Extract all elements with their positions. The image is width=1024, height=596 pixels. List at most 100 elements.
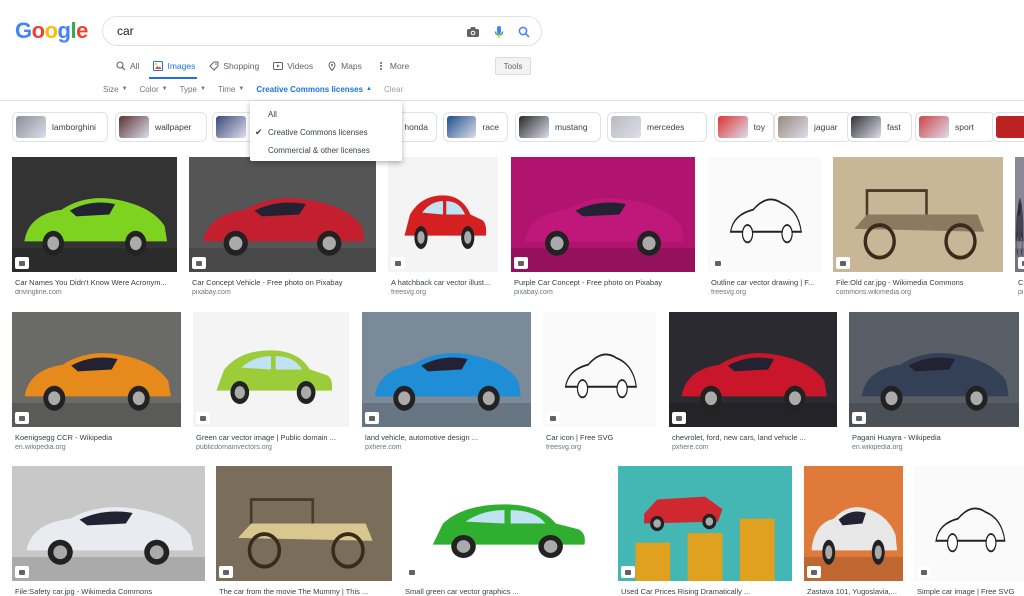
- result-thumbnail[interactable]: [543, 312, 656, 427]
- result-title[interactable]: Outline car vector drawing | F...: [711, 278, 820, 287]
- result-source[interactable]: pxhere.com: [672, 444, 836, 451]
- chip-lamborghini[interactable]: lamborghini: [12, 112, 108, 142]
- image-result[interactable]: A hatchback car vector illust... freesvg.…: [388, 157, 498, 304]
- result-thumbnail[interactable]: [1015, 157, 1024, 272]
- result-source[interactable]: pixabay.com: [514, 289, 694, 296]
- result-source[interactable]: drivingline.com: [15, 289, 176, 296]
- image-result[interactable]: Used Car Prices Rising Dramatically ...: [618, 466, 792, 596]
- result-title[interactable]: Simple car image | Free SVG: [917, 587, 1023, 596]
- filter-type[interactable]: Type ▼: [180, 85, 206, 94]
- chip-jaguar[interactable]: jaguar: [774, 112, 852, 142]
- image-result[interactable]: Small green car vector graphics ...: [402, 466, 607, 596]
- result-thumbnail[interactable]: [833, 157, 1003, 272]
- result-source[interactable]: pixabay.com: [192, 289, 375, 296]
- filter-size[interactable]: Size ▼: [103, 85, 128, 94]
- result-thumbnail[interactable]: [618, 466, 792, 581]
- tab-videos[interactable]: Videos: [273, 60, 313, 72]
- image-result[interactable]: Zastava 101, Yugoslavia,...: [804, 466, 903, 596]
- result-title[interactable]: The car from the movie The Mummy | This …: [219, 587, 391, 596]
- tab-all[interactable]: All: [116, 60, 139, 72]
- image-result[interactable]: Car icon | Free SVG freesvg.org: [543, 312, 656, 459]
- result-source[interactable]: publicdomainvectors.org: [196, 444, 348, 451]
- chip-sport[interactable]: sport: [915, 112, 995, 142]
- result-title[interactable]: A hatchback car vector illust...: [391, 278, 497, 287]
- result-thumbnail[interactable]: [362, 312, 531, 427]
- tab-images[interactable]: Images: [153, 60, 195, 72]
- result-source[interactable]: commons.wikimedia.org: [836, 289, 1002, 296]
- result-thumbnail[interactable]: [511, 157, 695, 272]
- google-logo[interactable]: Google: [15, 18, 88, 44]
- result-thumbnail[interactable]: [216, 466, 392, 581]
- microphone-icon[interactable]: [491, 24, 507, 40]
- result-title[interactable]: Koenigsegg CCR - Wikipedia: [15, 433, 180, 442]
- image-result[interactable]: Koenigsegg CCR - Wikipedia en.wikipedia.o…: [12, 312, 181, 459]
- result-thumbnail[interactable]: [804, 466, 903, 581]
- result-title[interactable]: File:Safety car.jpg - Wikimedia Commons: [15, 587, 204, 596]
- result-title[interactable]: Car Names You Didn't Know Were Acronym..…: [15, 278, 176, 287]
- result-thumbnail[interactable]: [193, 312, 349, 427]
- filter-time[interactable]: Time ▼: [218, 85, 244, 94]
- result-thumbnail[interactable]: [708, 157, 821, 272]
- image-result[interactable]: Purple Car Concept - Free photo on Pixab…: [511, 157, 695, 304]
- result-thumbnail[interactable]: [914, 466, 1024, 581]
- image-result[interactable]: Cpi: [1015, 157, 1024, 304]
- result-source[interactable]: en.wikipedia.org: [852, 444, 1018, 451]
- result-title[interactable]: Purple Car Concept - Free photo on Pixab…: [514, 278, 694, 287]
- result-thumbnail[interactable]: [12, 466, 205, 581]
- result-title[interactable]: Zastava 101, Yugoslavia,...: [807, 587, 902, 596]
- image-result[interactable]: Simple car image | Free SVG: [914, 466, 1024, 596]
- image-result[interactable]: chevrolet, ford, new cars, land vehicle …: [669, 312, 837, 459]
- result-title[interactable]: File:Old car.jpg - Wikimedia Commons: [836, 278, 1002, 287]
- tools-button[interactable]: Tools: [495, 57, 531, 75]
- result-title[interactable]: Pagani Huayra - Wikipedia: [852, 433, 1018, 442]
- search-icon[interactable]: [516, 24, 532, 40]
- result-source[interactable]: freesvg.org: [711, 289, 820, 296]
- filter-color[interactable]: Color ▼: [140, 85, 168, 94]
- search-box[interactable]: car: [102, 16, 542, 46]
- result-source[interactable]: freesvg.org: [391, 289, 497, 296]
- image-result[interactable]: Car Names You Didn't Know Were Acronym..…: [12, 157, 177, 304]
- image-result[interactable]: Green car vector image | Public domain .…: [193, 312, 349, 459]
- menu-item-all[interactable]: All: [250, 105, 402, 123]
- chip-partial[interactable]: [992, 112, 1024, 142]
- result-thumbnail[interactable]: [388, 157, 498, 272]
- menu-item-commercial[interactable]: Commercial & other licenses: [250, 141, 402, 159]
- filter-clear[interactable]: Clear: [384, 85, 403, 94]
- result-thumbnail[interactable]: [849, 312, 1019, 427]
- chip-race[interactable]: race: [443, 112, 508, 142]
- search-input[interactable]: car: [117, 24, 134, 38]
- result-thumbnail[interactable]: [12, 157, 177, 272]
- result-title[interactable]: Car icon | Free SVG: [546, 433, 655, 442]
- chip-toy[interactable]: toy: [714, 112, 774, 142]
- result-title[interactable]: chevrolet, ford, new cars, land vehicle …: [672, 433, 836, 442]
- image-result[interactable]: Outline car vector drawing | F... freesvg…: [708, 157, 821, 304]
- camera-icon[interactable]: [465, 24, 481, 40]
- chip-mustang[interactable]: mustang: [515, 112, 601, 142]
- image-result[interactable]: The car from the movie The Mummy | This …: [216, 466, 392, 596]
- result-title[interactable]: Used Car Prices Rising Dramatically ...: [621, 587, 791, 596]
- result-source[interactable]: freesvg.org: [546, 444, 655, 451]
- tab-more[interactable]: More: [376, 60, 409, 72]
- image-result[interactable]: Car Concept Vehicle - Free photo on Pixa…: [189, 157, 376, 304]
- image-result[interactable]: Pagani Huayra - Wikipedia en.wikipedia.or…: [849, 312, 1019, 459]
- filter-usage-rights[interactable]: Creative Commons licenses ▲: [256, 85, 372, 94]
- result-title[interactable]: Green car vector image | Public domain .…: [196, 433, 348, 442]
- tab-maps[interactable]: Maps: [327, 60, 362, 72]
- tab-shopping[interactable]: Shopping: [209, 60, 259, 72]
- result-thumbnail[interactable]: [189, 157, 376, 272]
- result-thumbnail[interactable]: [402, 466, 607, 581]
- result-title[interactable]: Small green car vector graphics ...: [405, 587, 606, 596]
- image-result[interactable]: File:Old car.jpg - Wikimedia Commons comm…: [833, 157, 1003, 304]
- result-thumbnail[interactable]: [669, 312, 837, 427]
- result-source[interactable]: pi: [1018, 289, 1023, 296]
- image-result[interactable]: File:Safety car.jpg - Wikimedia Commons: [12, 466, 205, 596]
- result-source[interactable]: en.wikipedia.org: [15, 444, 180, 451]
- menu-item-creative-commons[interactable]: ✔ Creative Commons licenses: [250, 123, 402, 141]
- result-title[interactable]: land vehicle, automotive design ...: [365, 433, 530, 442]
- result-source[interactable]: pxhere.com: [365, 444, 530, 451]
- result-title[interactable]: Car Concept Vehicle - Free photo on Pixa…: [192, 278, 375, 287]
- result-thumbnail[interactable]: [12, 312, 181, 427]
- chip-mercedes[interactable]: mercedes: [607, 112, 707, 142]
- chip-fast[interactable]: fast: [847, 112, 912, 142]
- image-result[interactable]: land vehicle, automotive design ... pxher…: [362, 312, 531, 459]
